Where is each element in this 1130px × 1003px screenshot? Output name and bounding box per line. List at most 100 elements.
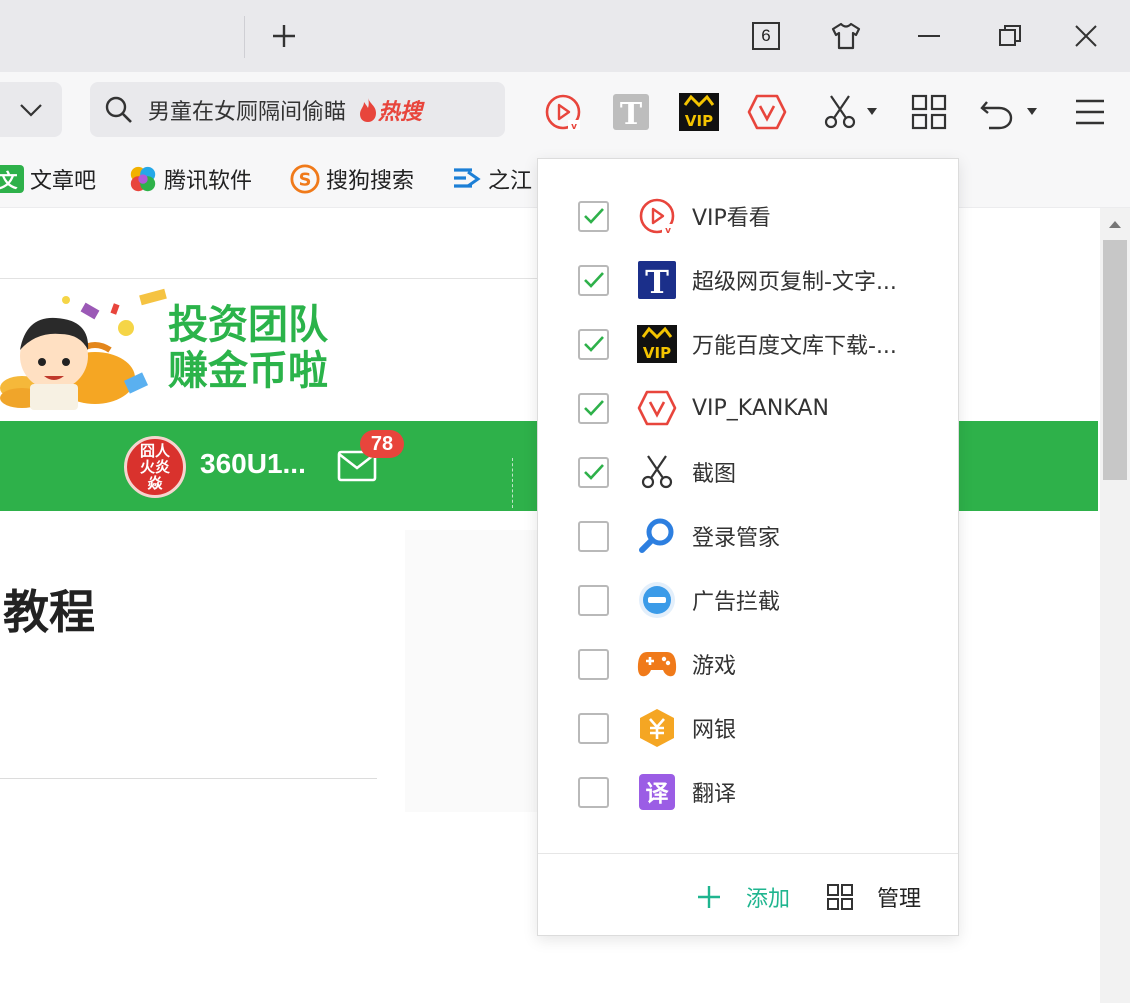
extension-checkbox[interactable] <box>578 456 609 488</box>
vip-doc-icon: VIP <box>637 324 677 364</box>
extension-row[interactable]: 登录管家 <box>538 504 958 568</box>
sogou-icon: S <box>290 164 320 194</box>
extension-label: VIP_KANKAN <box>692 395 829 421</box>
extension-row[interactable]: 网银 <box>538 696 958 760</box>
close-button[interactable] <box>1063 14 1109 58</box>
extension-label: 登录管家 <box>692 526 781 551</box>
svg-text:T: T <box>620 97 643 131</box>
bookmark-zhijiang[interactable]: 之江 <box>452 162 532 196</box>
extension-row[interactable]: T 超级网页复制-文字... <box>538 248 958 312</box>
svg-text:S: S <box>299 170 312 191</box>
extension-row[interactable]: v VIP看看 <box>538 184 958 248</box>
undo-icon <box>980 101 1013 130</box>
extension-checkbox[interactable] <box>578 328 609 360</box>
main-menu-button[interactable] <box>1070 92 1110 132</box>
extension-row[interactable]: 游戏 <box>538 632 958 696</box>
scroll-up-button[interactable] <box>1106 214 1124 234</box>
svg-text:T: T <box>645 263 669 300</box>
divider <box>512 458 513 508</box>
extension-label: 游戏 <box>692 654 737 679</box>
extension-label: 截图 <box>692 462 737 487</box>
hot-search-tag[interactable]: 热搜 <box>358 94 422 126</box>
page-title: 教程 <box>3 585 95 639</box>
username[interactable]: 360U1... <box>200 448 306 480</box>
svg-text:VIP: VIP <box>685 112 713 130</box>
plus-icon <box>273 25 295 47</box>
wenzhang-icon: 文 <box>0 164 24 194</box>
extension-checkbox[interactable] <box>578 648 609 680</box>
arrow-up-icon <box>1109 221 1121 228</box>
extension-checkbox[interactable] <box>578 264 609 296</box>
vip-doc-icon: VIP <box>679 93 719 131</box>
flame-icon <box>360 97 377 122</box>
skin-button[interactable] <box>823 14 869 58</box>
new-tab-button[interactable] <box>261 14 307 58</box>
tab-strip[interactable] <box>0 0 245 72</box>
plus-icon <box>698 886 720 908</box>
minimize-button[interactable] <box>906 14 952 58</box>
restore-icon <box>999 25 1021 46</box>
address-dropdown-button[interactable] <box>0 82 62 137</box>
vip-doc-button[interactable]: VIP <box>679 92 719 132</box>
checkmark-icon <box>583 208 604 224</box>
apps-grid-icon <box>827 884 853 910</box>
extension-row[interactable]: 广告拦截 <box>538 568 958 632</box>
bookmark-label: 腾讯软件 <box>164 169 253 194</box>
apps-button[interactable] <box>909 92 949 132</box>
tshirt-icon <box>831 22 861 50</box>
search-icon <box>105 96 132 123</box>
screenshot-menu-button[interactable] <box>862 92 882 132</box>
vip-video-button[interactable]: v <box>543 92 583 132</box>
add-extension-button[interactable]: 添加 <box>696 877 790 917</box>
bookmark-tencent[interactable]: 腾讯软件 <box>128 162 252 196</box>
extension-label: 网银 <box>692 718 737 743</box>
screenshot-button[interactable] <box>820 92 860 132</box>
banner-line-2: 赚金币啦 <box>168 348 328 394</box>
minimize-icon <box>918 35 940 37</box>
close-icon <box>1075 25 1097 47</box>
checkmark-icon <box>583 464 604 480</box>
extension-checkbox[interactable] <box>578 200 609 232</box>
extension-label: 万能百度文库下载-... <box>692 334 897 359</box>
bookmark-label: 文章吧 <box>30 169 97 194</box>
extension-row[interactable]: VIP 万能百度文库下载-... <box>538 312 958 376</box>
scrollbar-thumb[interactable] <box>1103 240 1127 480</box>
tab-divider <box>244 16 245 58</box>
extension-row[interactable]: 译翻译 <box>538 760 958 824</box>
undo-menu-button[interactable] <box>1022 92 1042 132</box>
extension-checkbox[interactable] <box>578 520 609 552</box>
extension-checkbox[interactable] <box>578 584 609 616</box>
avatar-text: 囧人 火炎焱 <box>139 442 170 492</box>
bookmark-label: 之江 <box>488 169 533 194</box>
bookmark-sogou[interactable]: S 搜狗搜索 <box>290 162 414 196</box>
add-label: 添加 <box>746 887 791 912</box>
banner-line-1: 投资团队 <box>168 302 328 348</box>
manage-label: 管理 <box>877 887 922 912</box>
text-copy-button[interactable]: T <box>611 92 651 132</box>
restore-button[interactable] <box>987 14 1033 58</box>
divider <box>538 853 958 854</box>
search-box[interactable]: 男童在女厕隔间偷瞄 热搜 <box>90 82 505 137</box>
game-icon <box>637 644 677 684</box>
hot-search-label: 热搜 <box>378 99 423 125</box>
extension-label: VIP看看 <box>692 206 771 231</box>
scissors-icon <box>824 95 856 129</box>
login-manager-icon <box>637 516 677 556</box>
extension-row[interactable]: VIP_KANKAN <box>538 376 958 440</box>
banner-text[interactable]: 投资团队 赚金币啦 <box>168 302 328 394</box>
vip-kankan-button[interactable] <box>747 92 787 132</box>
bookmark-wenzhang[interactable]: 文 文章吧 <box>0 162 96 196</box>
avatar[interactable]: 囧人 火炎焱 <box>124 436 186 498</box>
banner-illustration <box>0 288 167 410</box>
extension-checkbox[interactable] <box>578 392 609 424</box>
extension-checkbox[interactable] <box>578 776 609 808</box>
svg-text:文: 文 <box>0 169 18 192</box>
tab-count-button[interactable]: 6 <box>743 14 789 58</box>
menu-icon <box>1076 99 1104 125</box>
checkmark-icon <box>583 400 604 416</box>
search-input[interactable]: 男童在女厕隔间偷瞄 <box>148 94 346 126</box>
extension-checkbox[interactable] <box>578 712 609 744</box>
extension-row[interactable]: 截图 <box>538 440 958 504</box>
manage-extensions-button[interactable]: 管理 <box>827 877 921 917</box>
undo-button[interactable] <box>978 92 1018 132</box>
